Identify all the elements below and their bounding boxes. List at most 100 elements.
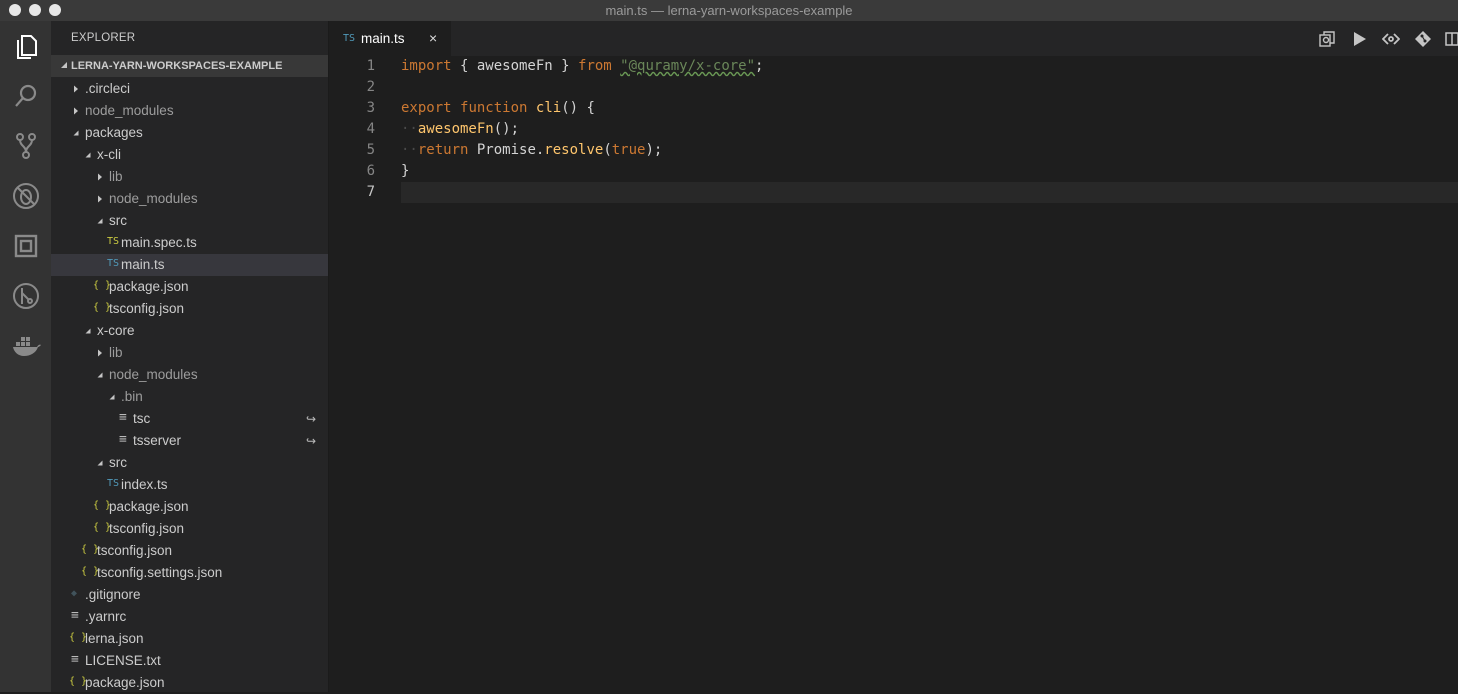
code-token: true [611, 142, 646, 158]
tree-folder[interactable]: node_modules [51, 364, 328, 386]
code-token: Promise. [468, 142, 545, 158]
tree-file[interactable]: { } tsconfig.settings.json [51, 562, 328, 584]
code-token: ( [603, 142, 612, 158]
chevron-down-icon[interactable] [71, 128, 81, 138]
text-file-icon: ≡ [71, 652, 79, 667]
tree-item-label: src [109, 213, 127, 228]
explorer-header: EXPLORER [71, 32, 136, 44]
gitlens-compare-icon[interactable] [1382, 30, 1400, 48]
whitespace-marker: ·· [401, 142, 418, 158]
chevron-right-icon[interactable] [95, 194, 105, 204]
tree-item-label: .yarnrc [85, 609, 127, 624]
tree-file[interactable]: { } tsconfig.json [51, 298, 328, 320]
run-icon[interactable] [1350, 30, 1368, 48]
extensions-icon[interactable] [10, 230, 42, 262]
tree-item-label: lib [109, 169, 123, 184]
code-line-1: import { awesomeFn } from "@quramy/x-cor… [401, 58, 763, 74]
tab-label: main.ts [361, 31, 405, 46]
tree-folder[interactable]: node_modules [51, 100, 328, 122]
search-icon[interactable] [10, 80, 42, 112]
gitlens-icon[interactable] [10, 280, 42, 312]
split-editor-icon[interactable] [1444, 30, 1458, 48]
symlink-icon: ↪ [305, 412, 316, 426]
chevron-down-icon[interactable] [83, 326, 93, 336]
tree-file[interactable]: { } package.json [51, 496, 328, 518]
code-line-4: ··awesomeFn(); [401, 121, 519, 137]
tree-file[interactable]: { } tsconfig.json [51, 540, 328, 562]
tree-file[interactable]: { } tsconfig.json [51, 518, 328, 540]
tree-file[interactable]: { } package.json [51, 672, 328, 694]
files-icon[interactable] [10, 31, 42, 63]
code-token: ; [755, 58, 764, 74]
line-number: 4 [366, 121, 375, 137]
activity-bar [0, 21, 51, 692]
tab-main-ts[interactable]: TS main.ts × [329, 21, 451, 56]
chevron-down-icon[interactable] [83, 150, 93, 160]
chevron-right-icon[interactable] [95, 348, 105, 358]
tree-folder[interactable]: lib [51, 166, 328, 188]
explorer-sidebar: EXPLORER LERNA-YARN-WORKSPACES-EXAMPLE .… [51, 21, 328, 692]
code-token: return [417, 142, 469, 158]
code-token: (); [493, 121, 520, 137]
chevron-down-icon[interactable] [95, 370, 105, 380]
tree-item-label: main.spec.ts [121, 235, 197, 250]
tree-folder[interactable]: src [51, 210, 328, 232]
open-changes-icon[interactable] [1318, 30, 1336, 48]
code-token: awesomeFn [417, 121, 494, 137]
tree-item-label: package.json [109, 279, 189, 294]
tree-folder[interactable]: lib [51, 342, 328, 364]
chevron-down-icon[interactable] [95, 458, 105, 468]
tree-item-label: tsc [133, 411, 151, 426]
tree-folder[interactable]: packages [51, 122, 328, 144]
editor-tab-bar: TS main.ts × [329, 21, 1458, 56]
tree-folder[interactable]: x-cli [51, 144, 328, 166]
tree-file[interactable]: { } package.json [51, 276, 328, 298]
chevron-right-icon[interactable] [95, 172, 105, 182]
line-number: 2 [366, 79, 375, 95]
tree-file[interactable]: ≡ LICENSE.txt [51, 650, 328, 672]
text-file-icon: ≡ [71, 608, 79, 623]
chevron-right-icon[interactable] [71, 84, 81, 94]
tree-item-label: tsserver [133, 433, 182, 448]
tree-file[interactable]: TS index.ts [51, 474, 328, 496]
code-editor[interactable]: 1 2 3 4 5 6 7 import { awesomeFn } from … [329, 56, 1458, 692]
chevron-right-icon[interactable] [71, 106, 81, 116]
chevron-down-icon[interactable] [107, 392, 117, 402]
tree-item-label: main.ts [121, 257, 165, 272]
tree-folder[interactable]: node_modules [51, 188, 328, 210]
code-token: { awesomeFn } [451, 58, 579, 74]
window-title: main.ts — lerna-yarn-workspaces-example [605, 3, 853, 18]
docker-icon[interactable] [10, 330, 42, 362]
tree-file[interactable]: ≡ tsserver ↪ [51, 430, 328, 452]
tree-file[interactable]: ≡ tsc ↪ [51, 408, 328, 430]
tree-folder[interactable]: x-core [51, 320, 328, 342]
tree-file[interactable]: ≡ .yarnrc [51, 606, 328, 628]
whitespace-marker: ·· [401, 121, 418, 137]
current-line-highlight [401, 182, 1458, 203]
project-section-header[interactable]: LERNA-YARN-WORKSPACES-EXAMPLE [51, 55, 328, 77]
tree-file[interactable]: TS main.spec.ts [51, 232, 328, 254]
tree-folder[interactable]: src [51, 452, 328, 474]
tree-item-label: x-core [97, 323, 135, 338]
debug-icon[interactable] [10, 180, 42, 212]
tree-folder[interactable]: .bin [51, 386, 328, 408]
close-tab-icon[interactable]: × [429, 30, 437, 46]
git-icon[interactable] [1414, 30, 1432, 48]
code-token: resolve [544, 142, 604, 158]
chevron-down-icon[interactable] [95, 216, 105, 226]
tree-item-label: tsconfig.json [97, 543, 173, 558]
tree-item-label: tsconfig.json [109, 521, 185, 536]
tree-item-label: node_modules [109, 191, 198, 206]
tree-file[interactable]: { } lerna.json [51, 628, 328, 650]
tree-item-label: .gitignore [85, 587, 141, 602]
tree-file[interactable]: ◆ .gitignore [51, 584, 328, 606]
code-token: from [578, 58, 612, 74]
file-tree: .circleci node_modules packages x-cli lib nod… [51, 78, 328, 694]
tree-folder[interactable]: .circleci [51, 78, 328, 100]
source-control-icon[interactable] [10, 130, 42, 162]
tree-file[interactable]: TS main.ts [51, 254, 328, 276]
text-file-icon: ≡ [119, 432, 127, 447]
line-number: 5 [366, 142, 375, 158]
